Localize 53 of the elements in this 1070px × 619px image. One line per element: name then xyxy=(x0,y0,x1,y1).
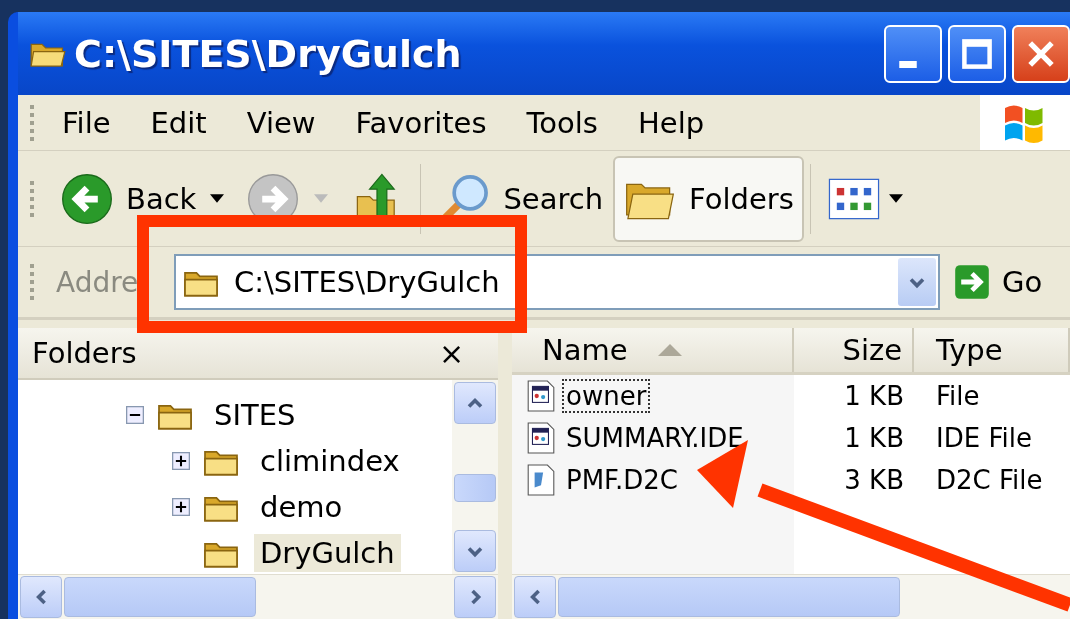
file-size: 1 KB xyxy=(844,381,904,411)
file-size: 1 KB xyxy=(844,423,904,453)
menu-item[interactable]: File xyxy=(62,105,111,140)
file-name[interactable]: PMF.D2C xyxy=(562,463,682,497)
menu-item[interactable]: Favorites xyxy=(355,105,487,140)
maximize-button[interactable] xyxy=(948,24,1006,83)
scroll-thumb[interactable] xyxy=(558,577,900,617)
file-type: File xyxy=(936,381,980,411)
minimize-button[interactable] xyxy=(884,24,942,83)
tree-item[interactable]: demo xyxy=(254,488,349,526)
menu-item[interactable]: Help xyxy=(638,105,705,140)
tree-item[interactable]: SITES xyxy=(208,396,302,434)
address-label: Addre xyxy=(56,265,140,299)
window-title: C:\SITES\DryGulch xyxy=(74,31,462,76)
horizontal-scrollbar[interactable] xyxy=(18,574,499,619)
close-button[interactable] xyxy=(1012,24,1070,83)
column-header[interactable]: Size xyxy=(794,328,914,372)
search-button[interactable]: Search xyxy=(427,155,614,242)
file-name[interactable]: SUMMARY.IDE xyxy=(562,421,748,455)
scroll-down-button[interactable] xyxy=(454,530,497,572)
menu-item[interactable]: Edit xyxy=(150,105,207,140)
column-header[interactable]: Type xyxy=(914,328,1070,372)
close-pane-button[interactable]: × xyxy=(439,335,465,371)
pane-title: Folders xyxy=(32,336,137,370)
menu-item[interactable]: Tools xyxy=(526,105,598,140)
scroll-left-button[interactable] xyxy=(514,576,556,618)
scroll-right-button[interactable] xyxy=(454,576,497,618)
dropdown-caret-icon xyxy=(210,194,225,203)
minimize-icon xyxy=(899,61,917,68)
back-button[interactable]: Back xyxy=(50,155,207,242)
document-icon xyxy=(526,464,556,496)
tree-item[interactable]: climindex xyxy=(254,442,406,480)
file-type: D2C File xyxy=(936,465,1043,495)
column-header[interactable]: Name xyxy=(512,328,794,372)
file-type: IDE File xyxy=(936,423,1032,453)
dropdown-button[interactable] xyxy=(898,258,936,306)
address-field[interactable]: C:\SITES\DryGulch xyxy=(174,254,940,310)
file-size: 3 KB xyxy=(844,465,904,495)
vertical-scrollbar[interactable] xyxy=(452,380,499,574)
go-button[interactable]: Go xyxy=(954,264,1043,300)
file-name[interactable]: owner xyxy=(562,379,651,413)
window-file-icon xyxy=(526,380,556,412)
window-file-icon xyxy=(526,422,556,454)
scroll-up-button[interactable] xyxy=(454,382,497,424)
menu-item[interactable]: View xyxy=(246,105,316,140)
dropdown-caret-icon xyxy=(314,194,329,203)
scroll-left-button[interactable] xyxy=(20,576,62,618)
dropdown-caret-icon xyxy=(888,194,903,203)
scroll-thumb[interactable] xyxy=(64,577,256,617)
scroll-thumb[interactable] xyxy=(454,474,497,502)
horizontal-scrollbar[interactable] xyxy=(512,574,1070,619)
folders-button[interactable]: Folders xyxy=(613,155,804,242)
tree-item[interactable]: DryGulch xyxy=(254,534,401,572)
